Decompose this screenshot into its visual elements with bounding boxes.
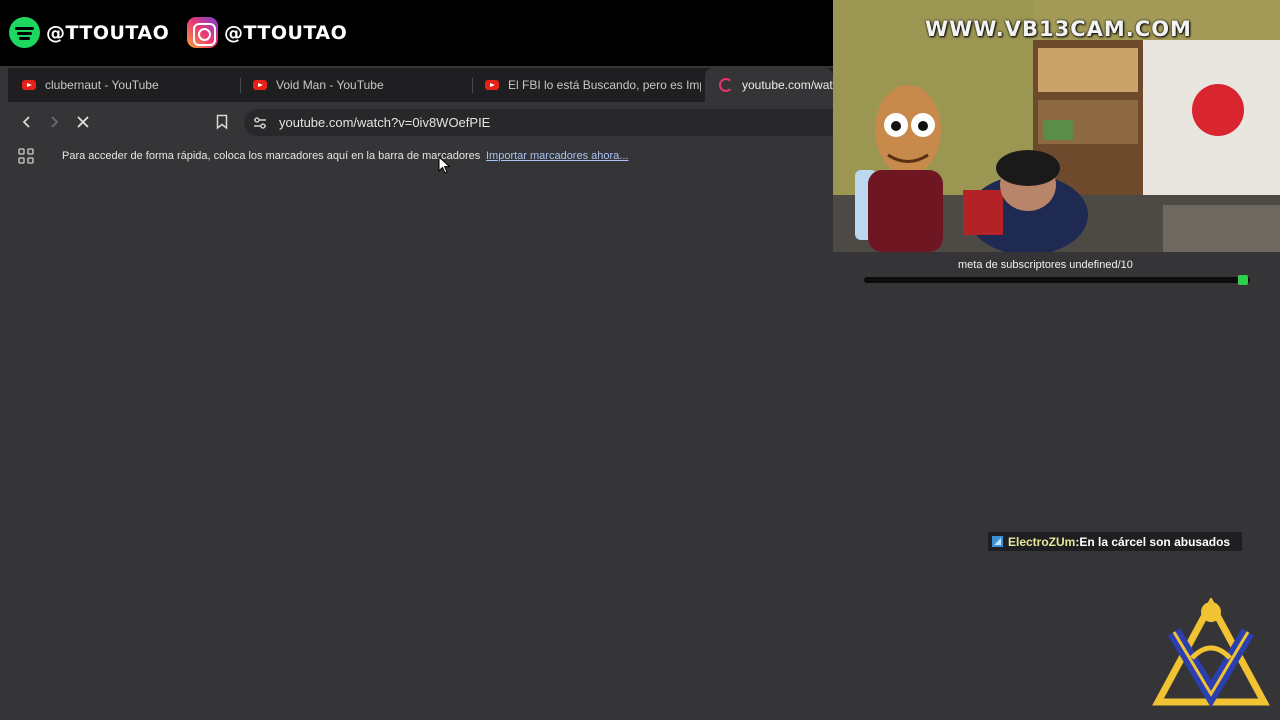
mouse-cursor-icon: [438, 156, 451, 174]
youtube-icon: [22, 80, 36, 90]
bookmarks-bar: Para acceder de forma rápida, coloca los…: [8, 142, 833, 170]
channel-logo-icon: [1152, 598, 1270, 708]
browser-tabstrip: clubernaut - YouTube Void Man - YouTube …: [8, 68, 833, 102]
chevron-left-icon: [22, 116, 30, 128]
subscriber-goal-text: meta de subscriptores undefined/10: [958, 259, 1133, 271]
chevron-right-icon: [51, 116, 59, 128]
import-bookmarks-link[interactable]: Importar marcadores ahora...: [486, 150, 628, 162]
tab-label: El FBI lo está Buscando, pero es Impo: [508, 78, 701, 92]
bookmark-icon: [216, 114, 228, 130]
tab-label: youtube.com/watc: [742, 78, 833, 92]
youtube-icon: [485, 80, 499, 90]
social-overlay: @TTOUTAO @TTOUTAO: [0, 0, 833, 66]
spotify-handle: @TTOUTAO: [46, 21, 170, 44]
tab-clubernaut[interactable]: clubernaut - YouTube: [8, 68, 238, 102]
stop-loading-button[interactable]: [72, 111, 94, 133]
chat-badge-icon: [992, 536, 1003, 547]
browser-toolbar: youtube.com/watch?v=0iv8WOefPIE: [8, 102, 844, 142]
tab-label: clubernaut - YouTube: [45, 78, 159, 92]
site-settings-icon[interactable]: [253, 116, 267, 130]
forward-button[interactable]: [43, 111, 65, 133]
goal-end-icon: [1238, 275, 1248, 285]
chat-text: En la cárcel son abusados: [1079, 534, 1231, 549]
tab-void-man[interactable]: Void Man - YouTube: [239, 68, 471, 102]
instagram-badge: @TTOUTAO: [187, 17, 347, 48]
spotify-badge: @TTOUTAO: [9, 17, 169, 48]
chat-username: ElectroZUm: [1008, 534, 1076, 549]
loading-icon: [719, 78, 733, 92]
tab-fbi[interactable]: El FBI lo está Buscando, pero es Impo: [471, 68, 701, 102]
apps-grid-icon[interactable]: [18, 148, 34, 164]
tab-active-watch[interactable]: youtube.com/watc: [705, 68, 833, 102]
subscriber-goal-bar: [864, 277, 1250, 283]
webcam-feed: WWW.VB13CAM.COM: [833, 0, 1280, 252]
bookmarks-hint: Para acceder de forma rápida, coloca los…: [62, 150, 481, 162]
address-bar[interactable]: youtube.com/watch?v=0iv8WOefPIE: [244, 109, 844, 136]
youtube-icon: [253, 80, 267, 90]
url-text: youtube.com/watch?v=0iv8WOefPIE: [279, 115, 491, 130]
bookmark-button[interactable]: [211, 111, 233, 133]
instagram-handle: @TTOUTAO: [224, 21, 348, 44]
spotify-icon: [9, 17, 40, 48]
back-button[interactable]: [16, 111, 38, 133]
chat-message: ElectroZUm : En la cárcel son abusados: [988, 532, 1242, 551]
close-icon: [77, 116, 89, 128]
screen: @TTOUTAO @TTOUTAO clubernaut - YouTube V…: [0, 0, 1280, 720]
cam-watermark: WWW.VB13CAM.COM: [925, 17, 1192, 41]
instagram-icon: [187, 17, 218, 48]
tab-label: Void Man - YouTube: [276, 78, 384, 92]
